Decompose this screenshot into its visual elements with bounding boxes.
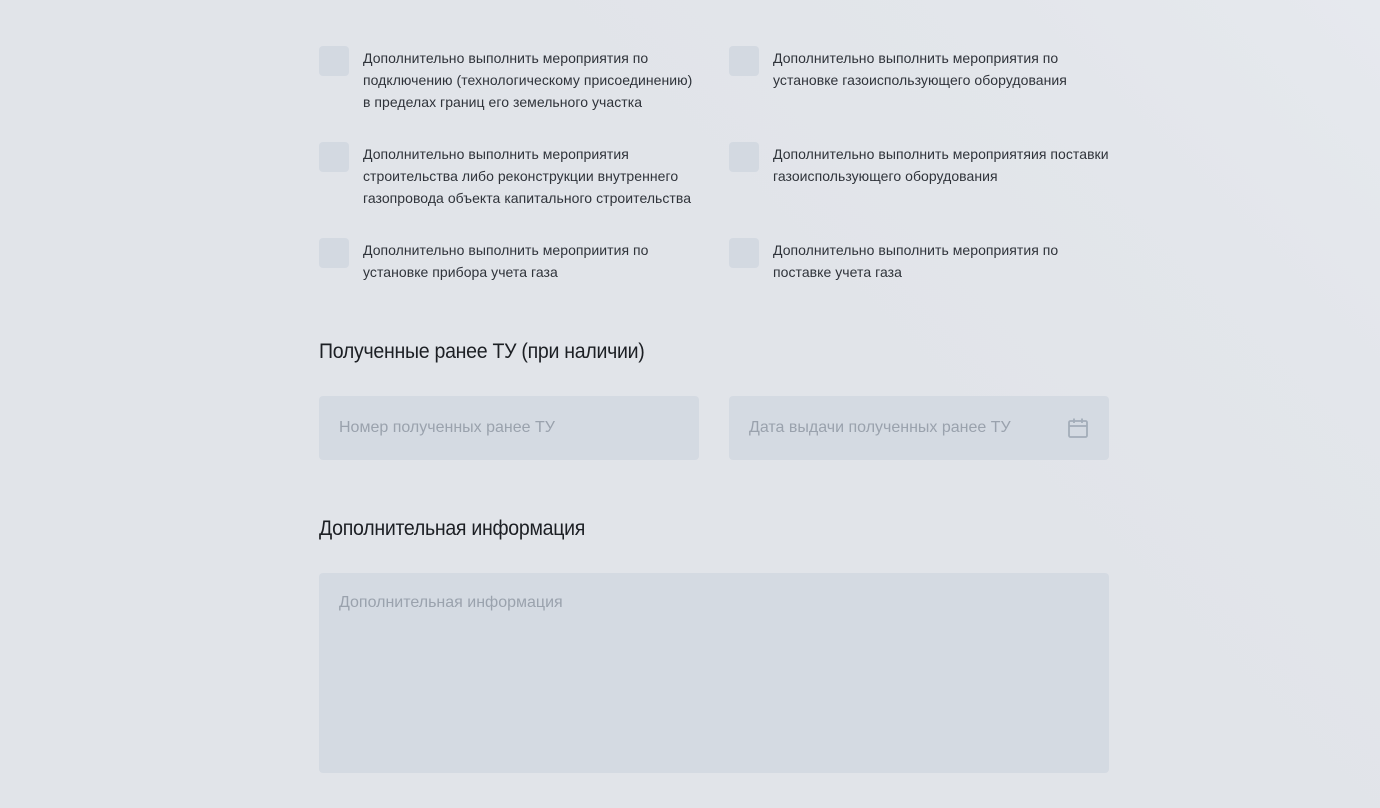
checkbox[interactable] xyxy=(319,238,349,268)
additional-info-textarea[interactable] xyxy=(339,594,1089,752)
additional-info-field[interactable] xyxy=(319,573,1109,773)
prior-tu-number-field[interactable] xyxy=(319,396,699,460)
checkbox[interactable] xyxy=(729,238,759,268)
option-label: Дополнительно выполнить мероприятия по у… xyxy=(773,50,1067,88)
option-connection-within-land[interactable]: Дополнительно выполнить мероприятия по п… xyxy=(319,46,699,113)
option-supply-gas-meter[interactable]: Дополнительно выполнить мероприятия по п… xyxy=(729,238,1109,283)
option-internal-gas-pipeline[interactable]: Дополнительно выполнить мероприятия стро… xyxy=(319,142,699,209)
additional-info-title: Дополнительная информация xyxy=(319,517,586,540)
option-label: Дополнительно выполнить мероприятия по п… xyxy=(773,242,1059,280)
checkbox[interactable] xyxy=(729,46,759,76)
prior-tu-date-field[interactable] xyxy=(729,396,1109,460)
prior-tu-number-input[interactable] xyxy=(339,419,679,437)
prior-tu-date-input[interactable] xyxy=(749,419,1057,437)
option-install-gas-meter[interactable]: Дополнительно выполнить мероприития по у… xyxy=(319,238,699,283)
option-supply-gas-equipment[interactable]: Дополнительно выполнить мероприятяия пос… xyxy=(729,142,1109,187)
option-label: Дополнительно выполнить мероприятия стро… xyxy=(363,146,692,206)
calendar-icon[interactable] xyxy=(1067,417,1089,439)
checkbox[interactable] xyxy=(319,46,349,76)
checkbox[interactable] xyxy=(319,142,349,172)
option-install-gas-equipment[interactable]: Дополнительно выполнить мероприятия по у… xyxy=(729,46,1109,91)
prior-tu-title: Полученные ранее ТУ (при наличии) xyxy=(319,340,645,363)
option-label: Дополнительно выполнить мероприятяия пос… xyxy=(773,146,1109,184)
checkbox[interactable] xyxy=(729,142,759,172)
option-label: Дополнительно выполнить мероприития по у… xyxy=(363,242,649,280)
option-label: Дополнительно выполнить мероприятия по п… xyxy=(363,50,693,110)
